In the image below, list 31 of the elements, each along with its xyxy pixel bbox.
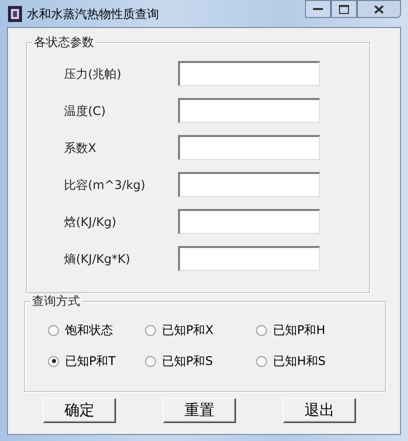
minimize-button[interactable] [305,0,331,18]
dialog-button[interactable]: 确定 [43,398,116,423]
close-icon [374,4,384,14]
group-title: 查询方式 [30,293,82,309]
input-field[interactable] [178,172,320,197]
minimize-icon [313,7,323,11]
close-button[interactable] [357,0,401,18]
input-field[interactable] [178,61,320,86]
radio-option[interactable]: 饱和状态 [48,320,145,340]
app-icon [7,4,23,22]
radio-option[interactable]: 已知H和S [256,351,376,371]
radio-option[interactable]: 已知P和X [145,320,256,340]
dialog-button[interactable]: 退出 [283,398,356,423]
field-label: 温度(C) [63,102,107,120]
input-field[interactable] [178,98,320,123]
field-label: 系数X [63,140,98,156]
radio-option[interactable]: 已知P和H [256,320,376,340]
field-label: 焓(KJ/Kg) [63,214,118,230]
radio-option[interactable]: 已知P和S [145,351,256,371]
field-label: 熵(KJ/Kg*K) [63,250,132,268]
window-title: 水和水蒸汽热物性质查询 [27,6,159,22]
dialog-button[interactable]: 重置 [163,398,236,423]
radio-option[interactable]: 已知P和T [48,351,145,371]
maximize-icon [339,4,349,14]
input-field[interactable] [178,246,320,271]
group-title: 各状态参数 [32,34,96,50]
input-field[interactable] [178,209,320,234]
maximize-button[interactable] [331,0,357,18]
input-field[interactable] [178,135,320,160]
field-label: 比容(m^3/kg) [63,176,146,194]
field-label: 压力(兆帕) [63,66,122,82]
